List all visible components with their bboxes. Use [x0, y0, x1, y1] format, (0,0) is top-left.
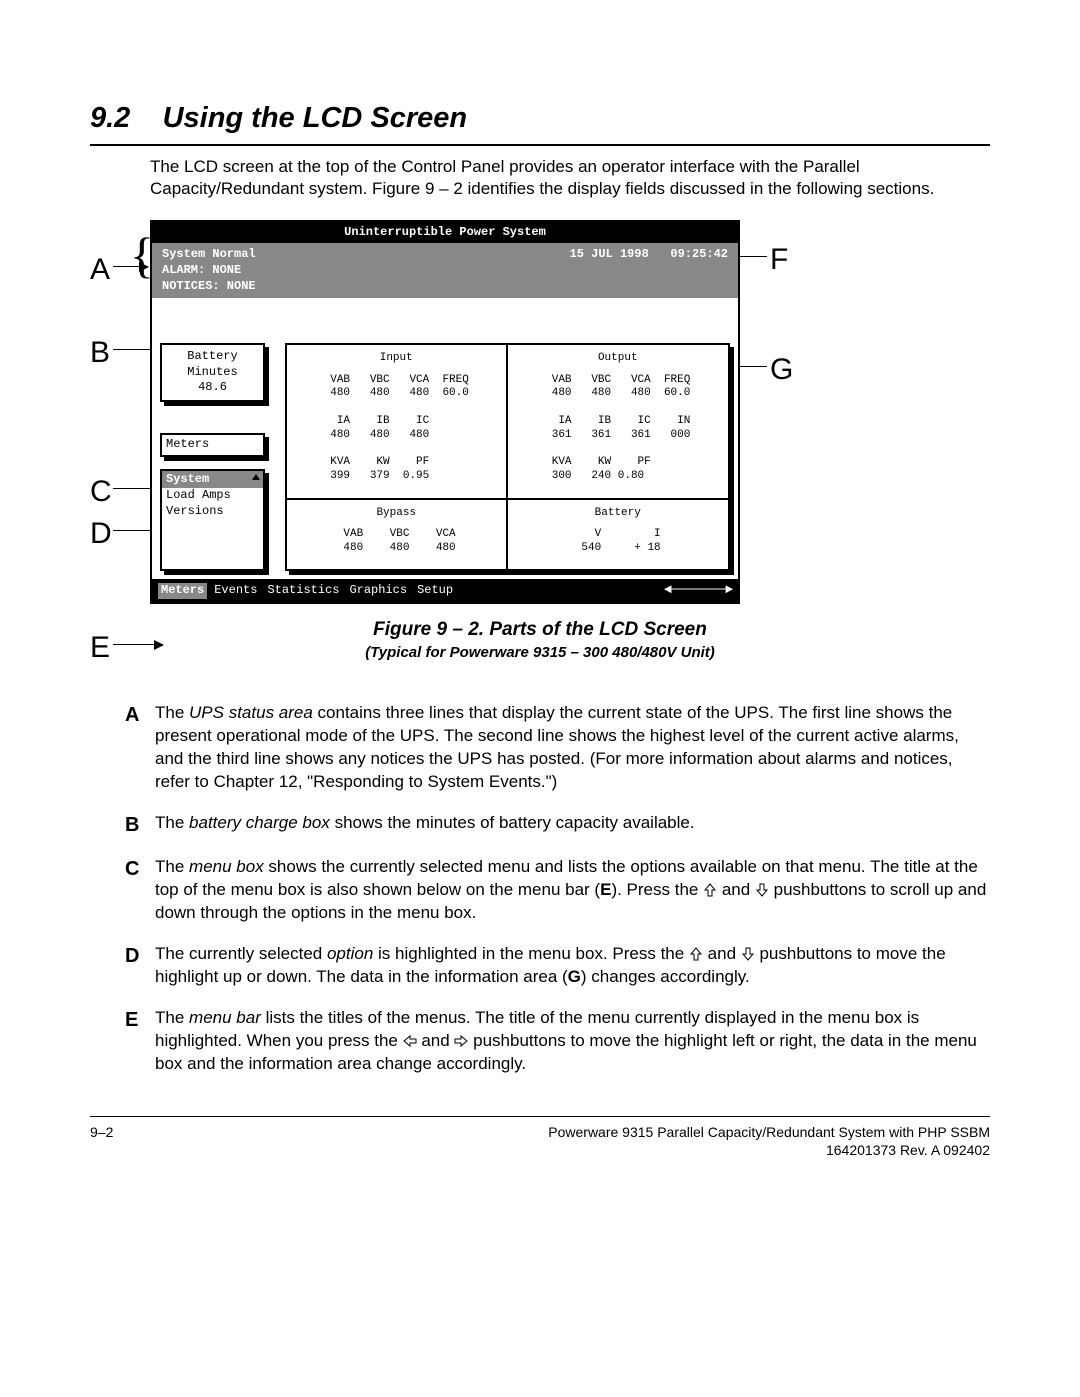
- panel-output-data: VAB VBC VCA FREQ 480 480 480 60.0 IA IB …: [545, 374, 690, 484]
- callout-C: C: [90, 472, 112, 511]
- panel-battery-title: Battery: [518, 506, 719, 520]
- def-B: B The battery charge box shows the minut…: [125, 812, 990, 838]
- status-left: System Normal ALARM: NONE NOTICES: NONE: [162, 247, 256, 294]
- def-C-text: The menu box shows the currently selecte…: [155, 856, 990, 925]
- status-line3: NOTICES: NONE: [162, 279, 256, 295]
- panel-input: Input VAB VBC VCA FREQ 480 480 480 60.0 …: [287, 345, 508, 499]
- figure-caption: Figure 9 – 2. Parts of the LCD Screen: [90, 618, 990, 643]
- information-area: Input VAB VBC VCA FREQ 480 480 480 60.0 …: [285, 343, 730, 571]
- footer-line1: Powerware 9315 Parallel Capacity/Redunda…: [548, 1123, 990, 1141]
- menu-option-versions[interactable]: Versions: [162, 504, 263, 520]
- section-title-text: Using the LCD Screen: [163, 102, 468, 134]
- panel-output: Output VAB VBC VCA FREQ 480 480 480 60.0…: [508, 345, 729, 499]
- status-line1: System Normal: [162, 247, 256, 263]
- battery-label1: Battery: [166, 349, 259, 365]
- callout-G: G: [770, 350, 793, 389]
- status-line2: ALARM: NONE: [162, 263, 256, 279]
- def-B-text: The battery charge box shows the minutes…: [155, 812, 990, 838]
- menubar-events[interactable]: Events: [211, 583, 260, 599]
- def-C-letter: C: [125, 856, 147, 925]
- def-E: E The menu bar lists the titles of the m…: [125, 1007, 990, 1076]
- lcd-left-column: Battery Minutes 48.6 Meters System Load …: [160, 343, 265, 571]
- lcd-title: Uninterruptible Power System: [152, 222, 738, 244]
- menu-title-row: System: [162, 471, 263, 489]
- figure-9-2: A { B C D E F G Uninterruptible Power Sy…: [90, 220, 990, 604]
- status-right: 15 JUL 1998 09:25:42: [570, 247, 728, 294]
- menubar-meters[interactable]: Meters: [158, 583, 207, 599]
- arrow-A: [113, 266, 148, 267]
- def-A-letter: A: [125, 702, 147, 794]
- callout-A: A: [90, 250, 110, 289]
- panel-battery-data: V I 540 + 18: [575, 528, 661, 556]
- arrow-E: [113, 644, 163, 645]
- lcd-status-area: System Normal ALARM: NONE NOTICES: NONE …: [152, 243, 738, 298]
- def-D-text: The currently selected option is highlig…: [155, 943, 990, 989]
- battery-label2: Minutes: [166, 365, 259, 381]
- battery-value: 48.6: [166, 380, 259, 396]
- def-E-text: The menu bar lists the titles of the men…: [155, 1007, 990, 1076]
- def-A-text: The UPS status area contains three lines…: [155, 702, 990, 794]
- panel-bypass: Bypass VAB VBC VCA 480 480 480: [287, 500, 508, 570]
- right-arrow-icon: [454, 1034, 468, 1048]
- lcd-screen: Uninterruptible Power System System Norm…: [150, 220, 740, 604]
- status-time: 09:25:42: [670, 247, 728, 261]
- def-D: D The currently selected option is highl…: [125, 943, 990, 989]
- meters-box: Meters: [160, 433, 265, 457]
- def-C: C The menu box shows the currently selec…: [125, 856, 990, 925]
- menubar-setup[interactable]: Setup: [414, 583, 456, 599]
- callout-E: E: [90, 628, 110, 667]
- menubar-arrows-icon: ◄────────►: [664, 582, 732, 599]
- panel-input-title: Input: [297, 351, 496, 365]
- panel-input-data: VAB VBC VCA FREQ 480 480 480 60.0 IA IB …: [324, 374, 469, 484]
- panel-bypass-data: VAB VBC VCA 480 480 480: [337, 528, 456, 556]
- status-date: 15 JUL 1998: [570, 247, 649, 261]
- callout-definitions: A The UPS status area contains three lin…: [125, 702, 990, 1075]
- menu-option-load-amps[interactable]: Load Amps: [162, 488, 263, 504]
- def-B-letter: B: [125, 812, 147, 838]
- scroll-up-icon[interactable]: [252, 474, 260, 480]
- up-arrow-icon: [689, 947, 703, 961]
- down-arrow-icon: [741, 947, 755, 961]
- battery-charge-box: Battery Minutes 48.6: [160, 343, 265, 402]
- footer-line2: 164201373 Rev. A 092402: [548, 1141, 990, 1159]
- section-heading: 9.2 Using the LCD Screen: [90, 100, 990, 138]
- page-footer: 9–2 Powerware 9315 Parallel Capacity/Red…: [90, 1116, 990, 1159]
- meters-label: Meters: [166, 437, 209, 451]
- def-A: A The UPS status area contains three lin…: [125, 702, 990, 794]
- footer-right: Powerware 9315 Parallel Capacity/Redunda…: [548, 1123, 990, 1159]
- panel-battery: Battery V I 540 + 18: [508, 500, 729, 570]
- lcd-menu-bar[interactable]: Meters Events Statistics Graphics Setup …: [152, 579, 738, 602]
- panel-bypass-title: Bypass: [297, 506, 496, 520]
- intro-paragraph: The LCD screen at the top of the Control…: [150, 156, 990, 200]
- left-arrow-icon: [403, 1034, 417, 1048]
- def-D-letter: D: [125, 943, 147, 989]
- def-E-letter: E: [125, 1007, 147, 1076]
- menubar-statistics[interactable]: Statistics: [264, 583, 342, 599]
- menubar-graphics[interactable]: Graphics: [346, 583, 410, 599]
- down-arrow-icon: [755, 883, 769, 897]
- menu-title: System: [166, 472, 209, 488]
- callout-D: D: [90, 514, 112, 553]
- up-arrow-icon: [703, 883, 717, 897]
- rule: [90, 144, 990, 146]
- panel-output-title: Output: [518, 351, 719, 365]
- footer-page: 9–2: [90, 1123, 113, 1159]
- callout-F: F: [770, 240, 788, 279]
- callout-B: B: [90, 333, 110, 372]
- menu-box[interactable]: System Load Amps Versions: [160, 469, 265, 572]
- figure-subcaption: (Typical for Powerware 9315 – 300 480/48…: [90, 643, 990, 663]
- lcd-body: Battery Minutes 48.6 Meters System Load …: [152, 298, 738, 579]
- section-number: 9.2: [90, 102, 130, 134]
